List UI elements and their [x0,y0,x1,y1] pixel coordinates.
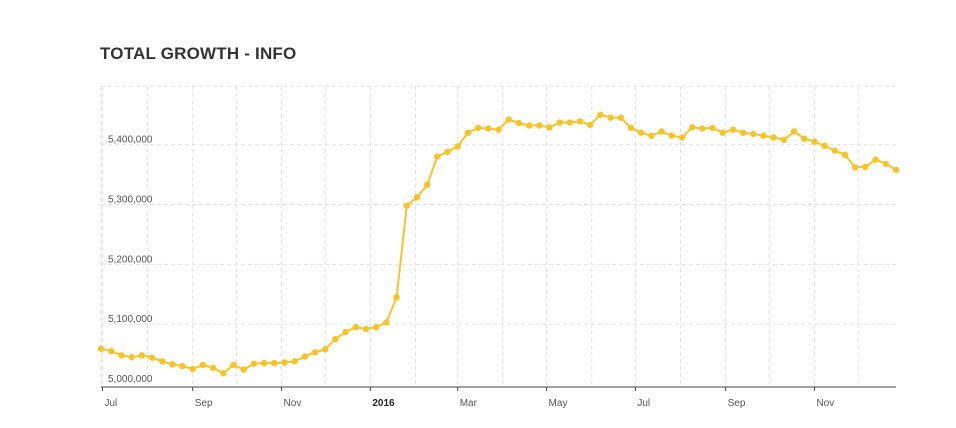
data-point [770,134,777,141]
data-point [872,156,879,163]
data-point [801,135,808,142]
data-point [311,349,319,356]
data-point [525,122,533,129]
data-point [658,128,665,135]
data-point [709,124,716,132]
data-point [220,370,227,377]
x-tick-label: Jul [104,398,117,409]
data-point [148,354,156,361]
x-tick-label: Jul [637,398,650,409]
data-point [342,328,349,336]
series-group [97,111,900,377]
data-point [271,359,278,367]
x-tick-label: Sep [728,398,746,409]
data-point [424,181,431,188]
data-point [892,166,900,173]
data-point [413,194,421,201]
data-point [607,114,614,121]
data-point [760,132,767,139]
series-line [100,113,897,375]
data-point [169,361,176,368]
y-tick-label: 5,300,000 [108,194,153,205]
data-point [852,164,859,171]
data-point [811,138,818,145]
data-point [750,130,757,138]
axes [101,386,896,391]
data-point [291,358,298,365]
data-point [159,358,166,365]
data-point [128,353,135,361]
data-point [485,125,492,132]
data-point [332,335,339,343]
data-point [199,361,207,369]
y-tick-label: 5,100,000 [108,314,153,325]
data-point [719,129,726,136]
data-point [790,128,798,135]
data-point [587,121,594,129]
data-point [118,352,125,359]
line-chart: 5,000,000 5,100,000 5,200,000 5,300,000 5,40… [97,85,900,409]
data-point [668,132,675,139]
data-point [556,119,563,126]
data-point [638,129,645,136]
data-point [373,324,380,331]
data-point [882,160,889,167]
data-point [576,118,584,125]
data-point [260,359,268,367]
data-point [434,153,441,160]
data-point [627,124,635,132]
data-point [505,116,512,123]
x-tick-label: May [549,398,568,409]
data-point [230,361,237,369]
data-point [97,345,105,352]
data-point [678,134,686,141]
data-point [699,125,706,132]
data-point [729,126,737,133]
data-point [495,126,502,133]
data-point [444,148,451,155]
data-point [821,142,828,149]
data-point [352,324,359,331]
data-point [739,129,747,136]
data-point [464,129,472,136]
data-point [515,119,523,127]
data-point [209,364,217,372]
x-tick-label: Nov [284,398,302,409]
data-point [189,365,196,373]
data-point [546,124,553,131]
data-point [474,124,482,132]
x-tick-label: Nov [816,398,834,409]
data-point [281,359,288,366]
data-point [454,143,461,150]
data-point [689,124,696,131]
data-point [597,111,604,118]
data-point [322,346,329,353]
data-point [566,119,573,126]
y-tick-label: 5,400,000 [108,135,153,146]
x-tick-label: 2016 [372,398,395,409]
x-tick-label: Sep [195,398,213,409]
y-tick-label: 5,000,000 [108,374,153,385]
data-point [240,366,247,373]
data-point [780,136,788,144]
data-point [403,202,410,209]
data-point [179,362,186,370]
data-point [301,353,308,360]
data-point [841,151,849,158]
data-point [536,122,543,129]
data-point [108,347,115,355]
data-point [831,147,838,154]
y-tick-label: 5,200,000 [108,254,153,265]
data-point [138,352,145,359]
data-point [862,163,869,170]
data-point [383,319,390,326]
data-point [648,132,655,139]
data-point [250,360,258,367]
x-tick-label: Mar [460,398,478,409]
data-point [617,114,624,121]
data-point [362,325,370,333]
data-point [393,294,400,301]
